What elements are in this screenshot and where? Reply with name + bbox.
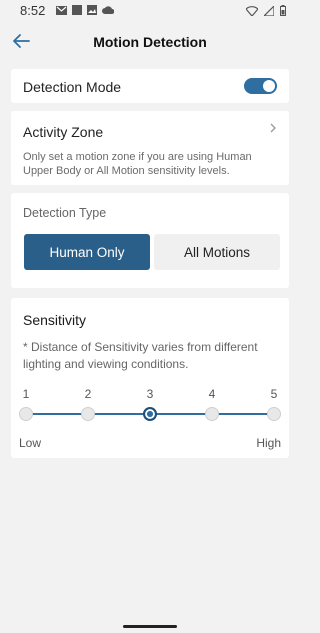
all-motions-button[interactable]: All Motions (154, 234, 280, 270)
level-3-label: 3 (146, 387, 154, 401)
activity-zone-row[interactable]: Activity Zone Only set a motion zone if … (11, 111, 289, 185)
app-header: Motion Detection (0, 26, 300, 58)
level-2-label: 2 (84, 387, 92, 401)
wifi-icon (246, 5, 258, 16)
activity-zone-label: Activity Zone (23, 124, 104, 140)
level-5-label: 5 (270, 387, 278, 401)
detection-mode-row: Detection Mode (11, 69, 289, 103)
toggle-knob (263, 80, 275, 92)
sensitivity-description: * Distance of Sensitivity varies from di… (23, 340, 258, 371)
battery-icon (280, 5, 286, 16)
sensitivity-card: Sensitivity * Distance of Sensitivity va… (11, 298, 289, 458)
detection-type-title: Detection Type (23, 206, 107, 220)
detection-mode-label: Detection Mode (23, 79, 122, 95)
status-time: 8:52 (20, 3, 46, 18)
sensitivity-node-5[interactable] (267, 407, 281, 421)
high-label: High (256, 436, 281, 450)
sensitivity-slider-thumb[interactable] (143, 407, 157, 421)
chevron-right-icon (270, 123, 276, 133)
sensitivity-node-1[interactable] (19, 407, 33, 421)
square-icon (72, 5, 82, 15)
sensitivity-node-2[interactable] (81, 407, 95, 421)
level-4-label: 4 (208, 387, 216, 401)
human-only-button[interactable]: Human Only (24, 234, 150, 270)
level-1-label: 1 (22, 387, 30, 401)
low-label: Low (19, 436, 42, 450)
activity-zone-description: Only set a motion zone if you are using … (23, 151, 252, 177)
page-title: Motion Detection (93, 34, 207, 50)
sensitivity-title: Sensitivity (23, 312, 87, 328)
status-bar: 8:52 (0, 0, 300, 22)
gmail-icon (56, 5, 67, 15)
detection-type-card: Detection Type Human Only All Motions (11, 193, 289, 288)
image-icon (87, 5, 97, 15)
system-icons (246, 5, 286, 16)
sensitivity-node-4[interactable] (205, 407, 219, 421)
cloud-icon (102, 6, 114, 14)
detection-mode-toggle[interactable] (244, 78, 277, 94)
notification-icons (56, 5, 114, 15)
gesture-nav-bar (123, 625, 177, 628)
signal-icon (264, 5, 274, 16)
